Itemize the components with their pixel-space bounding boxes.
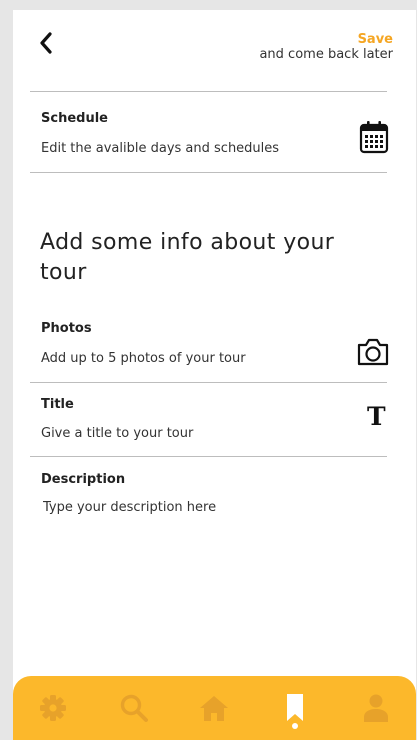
camera-icon <box>357 338 389 366</box>
tab-settings[interactable] <box>31 686 75 730</box>
save-subtitle: and come back later <box>259 47 393 62</box>
calendar-icon <box>359 121 389 154</box>
tab-bookmarks[interactable] <box>273 686 317 730</box>
user-icon <box>363 694 388 722</box>
photos-title: Photos <box>41 321 92 336</box>
divider <box>30 91 387 92</box>
title-field-title: Title <box>41 397 74 412</box>
description-input[interactable] <box>43 500 363 515</box>
schedule-description: Edit the avalible days and schedules <box>41 141 280 156</box>
save-link[interactable]: Save <box>259 32 393 47</box>
schedule-calendar-button[interactable] <box>359 120 389 158</box>
gear-icon <box>40 695 67 721</box>
active-tab-indicator <box>292 723 299 729</box>
back-button[interactable] <box>31 28 61 58</box>
photos-description: Add up to 5 photos of your tour <box>41 351 246 366</box>
description-title: Description <box>41 472 126 487</box>
divider <box>30 382 387 383</box>
bottom-tab-bar <box>13 676 416 740</box>
home-icon <box>200 696 229 721</box>
tab-home[interactable] <box>192 686 236 730</box>
save-area: Save and come back later <box>259 32 393 62</box>
title-field-description: Give a title to your tour <box>41 426 194 441</box>
search-icon <box>120 694 148 722</box>
tour-editor-screen: Save and come back later Schedule Edit t… <box>13 10 416 740</box>
tab-search[interactable] <box>112 686 156 730</box>
text-t-icon[interactable]: T <box>367 402 386 431</box>
tab-profile[interactable] <box>354 686 398 730</box>
schedule-title: Schedule <box>41 111 108 126</box>
bookmark-icon <box>287 694 304 721</box>
divider <box>30 456 387 457</box>
divider <box>30 172 387 173</box>
add-photo-button[interactable] <box>356 337 390 371</box>
info-heading: Add some info about your tour <box>40 230 335 285</box>
chevron-left-icon <box>40 32 52 54</box>
